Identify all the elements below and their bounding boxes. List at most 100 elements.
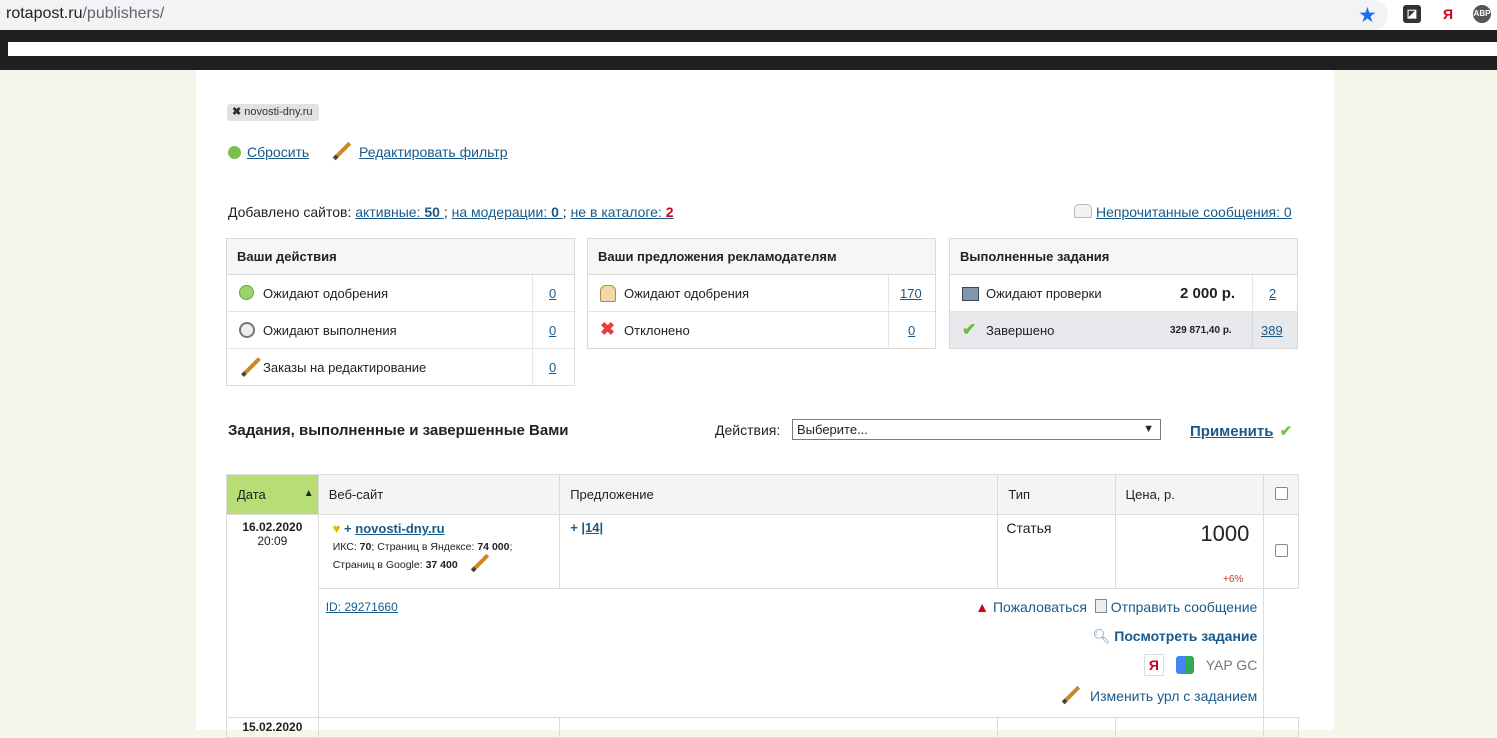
box-row: Ожидают одобрения 170 bbox=[588, 275, 935, 312]
count-link[interactable]: 389 bbox=[1261, 323, 1283, 338]
price-value: 1000 bbox=[1200, 521, 1250, 546]
price-change: +6% bbox=[1223, 574, 1244, 585]
offer-link[interactable]: |14| bbox=[581, 520, 603, 535]
box-title: Ваши действия bbox=[227, 239, 574, 275]
date-cell: 16.02.2020 20:09 bbox=[226, 514, 319, 718]
count-link[interactable]: 0 bbox=[549, 286, 556, 301]
box-row: Ожидают выполнения 0 bbox=[227, 312, 574, 349]
reset-filter-link[interactable]: Сбросить bbox=[228, 144, 309, 160]
row-actions: ▲ Пожаловаться Отправить сообщение bbox=[975, 599, 1257, 615]
section-title: Задания, выполненные и завершенные Вами bbox=[228, 422, 569, 439]
box-row: ✖ Отклонено 0 bbox=[588, 312, 935, 348]
site-link[interactable]: novosti-dny.ru bbox=[355, 521, 444, 536]
actions-label: Действия: bbox=[715, 422, 781, 438]
site-cell: ♥ + novosti-dny.ru ИКС: 70; Страниц в Ян… bbox=[317, 514, 561, 589]
box-row: Ожидают проверки 2 000 р. 2 bbox=[950, 275, 1297, 312]
edit-site-pencil-icon[interactable] bbox=[470, 553, 489, 573]
box-row: Ожидают одобрения 0 bbox=[227, 275, 574, 312]
yandex-icon[interactable]: Я bbox=[1143, 654, 1164, 676]
apply-button[interactable]: Применить ✔ bbox=[1190, 422, 1292, 440]
moderation-sites-link[interactable]: на модерации: 0 bbox=[452, 204, 563, 220]
edit-filter-link[interactable]: Редактировать фильтр bbox=[331, 141, 508, 161]
reject-icon: ✖ bbox=[600, 319, 616, 339]
column-header-date[interactable]: Дата ▲ bbox=[226, 474, 319, 515]
sort-asc-icon: ▲ bbox=[303, 488, 314, 499]
column-header-offer: Предложение bbox=[559, 474, 999, 515]
box-row: Заказы на редактирование 0 bbox=[227, 349, 574, 385]
tasks-table: Дата ▲ Веб-сайт Предложение Тип Цена, р.… bbox=[226, 474, 1299, 738]
pencil-icon bbox=[332, 141, 352, 161]
select-all-checkbox[interactable] bbox=[1274, 486, 1288, 500]
task-id-link[interactable]: ID: 29271660 bbox=[326, 600, 398, 614]
filter-tag[interactable]: ✖ novosti-dny.ru bbox=[227, 104, 319, 121]
count-link[interactable]: 2 bbox=[1269, 286, 1276, 301]
notincatalog-sites-link[interactable]: не в каталоге: 2 bbox=[571, 204, 674, 220]
pencil-icon bbox=[1061, 685, 1081, 705]
sites-summary: Добавлено сайтов: активные: 50 ; на моде… bbox=[228, 204, 674, 220]
completed-tasks-box: Выполненные задания Ожидают проверки 2 0… bbox=[949, 238, 1298, 349]
check-icon: ✔ bbox=[962, 320, 977, 339]
box-title: Выполненные задания bbox=[950, 239, 1297, 275]
yandex-extension-icon[interactable]: Я bbox=[1439, 5, 1457, 23]
adblock-extension-icon[interactable]: ABP bbox=[1473, 5, 1491, 23]
count-link[interactable]: 170 bbox=[900, 286, 922, 301]
extension-icon[interactable]: ◪ bbox=[1403, 5, 1421, 23]
details-cell: ID: 29271660 ▲ Пожаловаться Отправить со… bbox=[317, 588, 1265, 718]
warning-icon: ▲ bbox=[975, 599, 990, 615]
your-actions-box: Ваши действия Ожидают одобрения 0 Ожидаю… bbox=[226, 238, 575, 386]
column-header-site: Веб-сайт bbox=[317, 474, 561, 515]
filter-tag-label: novosti-dny.ru bbox=[244, 106, 313, 118]
summary-label: Добавлено сайтов: bbox=[228, 204, 352, 220]
add-circle-icon bbox=[239, 285, 254, 300]
pencil-icon bbox=[241, 357, 261, 377]
complain-link[interactable]: Пожаловаться bbox=[993, 599, 1087, 615]
count-link[interactable]: 0 bbox=[908, 323, 915, 338]
price-cell: 1000 +6% bbox=[1114, 514, 1265, 589]
type-cell: Статья bbox=[997, 514, 1116, 589]
url-text: rotapost.ru/publishers/ bbox=[6, 5, 165, 22]
filter-actions: Сбросить Редактировать фильтр bbox=[228, 141, 508, 161]
actions-select[interactable]: Выберите... ▼ bbox=[792, 419, 1161, 440]
table-row: 15.02.2020 bbox=[226, 717, 1299, 738]
select-all-cell bbox=[1263, 474, 1299, 515]
favorite-heart-icon: ♥ bbox=[332, 521, 341, 536]
count-link[interactable]: 0 bbox=[549, 323, 556, 338]
count-link[interactable]: 0 bbox=[549, 360, 556, 375]
column-header-price: Цена, р. bbox=[1114, 474, 1265, 515]
table-row-details: ID: 29271660 ▲ Пожаловаться Отправить со… bbox=[227, 588, 1299, 718]
check-icon: ✔ bbox=[1279, 423, 1293, 440]
main-content: ✖ novosti-dny.ru Сбросить Редактировать ф… bbox=[196, 70, 1334, 738]
box-title: Ваши предложения рекламодателям bbox=[588, 239, 935, 275]
view-task-link[interactable]: 🔍︎ Посмотреть задание bbox=[1093, 628, 1258, 645]
offer-cell: + |14| bbox=[559, 514, 999, 589]
google-icon[interactable] bbox=[1175, 656, 1194, 674]
change-url-link[interactable]: Изменить урл с заданием bbox=[1060, 685, 1257, 705]
magnifier-icon: 🔍︎ bbox=[1092, 628, 1111, 644]
bookmark-star-icon[interactable]: ★ bbox=[1358, 3, 1377, 28]
unread-messages-link[interactable]: Непрочитанные сообщения: 0 bbox=[1074, 204, 1292, 220]
active-sites-link[interactable]: активные: 50 bbox=[355, 204, 444, 220]
refresh-icon bbox=[228, 146, 241, 159]
remove-tag-icon[interactable]: ✖ bbox=[232, 106, 241, 118]
date-cell: 15.02.2020 bbox=[226, 717, 319, 738]
box-row: ✔ Завершено 329 871,40 р. 389 bbox=[950, 312, 1297, 348]
message-icon bbox=[1094, 599, 1107, 613]
dropdown-arrow-icon: ▼ bbox=[1143, 423, 1154, 435]
row-select-cell bbox=[1263, 514, 1299, 589]
your-offers-box: Ваши предложения рекламодателям Ожидают … bbox=[587, 238, 936, 349]
clock-icon bbox=[239, 322, 255, 338]
table-header-row: Дата ▲ Веб-сайт Предложение Тип Цена, р. bbox=[226, 474, 1299, 515]
details-empty-cell bbox=[1263, 588, 1299, 718]
bookmarks-strip bbox=[8, 42, 1497, 56]
inbox-icon bbox=[962, 287, 979, 301]
row-checkbox[interactable] bbox=[1274, 543, 1288, 557]
envelope-icon bbox=[1074, 204, 1092, 218]
table-row: 16.02.2020 20:09 ♥ + novosti-dny.ru ИКС:… bbox=[226, 514, 1299, 718]
address-bar[interactable]: rotapost.ru/publishers/ ★ bbox=[0, 0, 1388, 30]
send-message-link[interactable]: Отправить сообщение bbox=[1111, 599, 1258, 615]
user-add-icon bbox=[600, 285, 616, 302]
search-engines: Я YAP GC bbox=[1143, 654, 1257, 676]
bookmarks-bar bbox=[0, 30, 1497, 70]
browser-toolbar: rotapost.ru/publishers/ ★ ◪ Я ABP bbox=[0, 0, 1497, 30]
column-header-type: Тип bbox=[997, 474, 1116, 515]
